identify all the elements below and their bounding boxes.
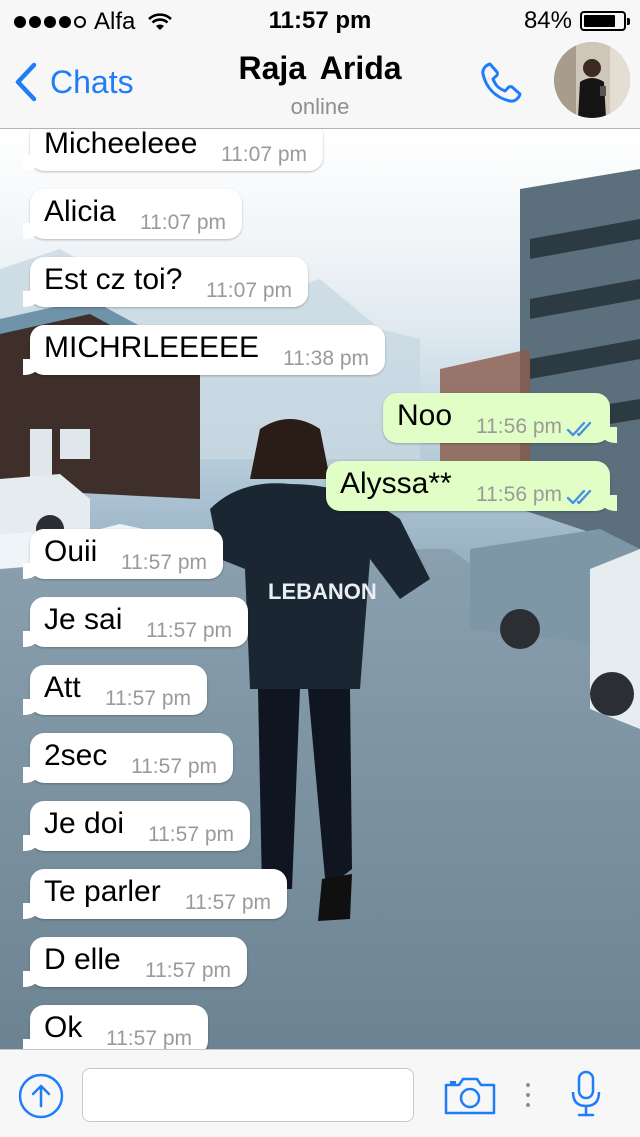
read-receipt-icon [566,421,592,437]
message-timestamp: 11:57 pm [131,755,217,778]
more-dots-icon[interactable] [524,1082,532,1108]
outgoing-message[interactable]: Alyssa** 11:56 pm [326,461,617,511]
message-timestamp: 11:07 pm [140,211,226,234]
message-text: Te parler [44,875,161,908]
message-text: Att [44,671,81,704]
battery-level [584,15,616,27]
phone-call-icon[interactable] [476,58,526,108]
message-timestamp: 11:56 pm [476,483,562,506]
message-text: Ouii [44,535,98,568]
message-text: Noo [397,399,453,432]
message-composer [0,1049,640,1137]
message-text: Alicia [44,195,116,228]
incoming-message[interactable]: Je doi 11:57 pm [23,801,250,851]
contact-status: online [290,94,350,119]
contact-name[interactable]: Raja Arida [0,50,640,87]
message-timestamp: 11:07 pm [206,279,292,302]
contact-avatar[interactable] [554,42,630,118]
message-timestamp: 11:57 pm [145,959,231,982]
message-text: Alyssa** [340,467,452,500]
jacket-text: LEBANON [268,579,377,604]
incoming-message[interactable]: Je sai 11:57 pm [23,597,248,647]
battery-percent: 84% [523,7,572,34]
message-text: Je sai [44,603,123,636]
message-text: Micheeleee [44,129,198,160]
message-timestamp: 11:56 pm [476,415,562,438]
incoming-message[interactable]: Alicia 11:07 pm [23,189,242,239]
outgoing-message[interactable]: Noo 11:56 pm [383,393,617,443]
message-timestamp: 11:57 pm [148,823,234,846]
incoming-message[interactable]: Est cz toi? 11:07 pm [23,257,308,307]
message-timestamp: 11:57 pm [121,551,207,574]
incoming-message[interactable]: Ouii 11:57 pm [23,529,223,579]
message-text: Est cz toi? [44,263,183,296]
message-timestamp: 11:57 pm [105,687,191,710]
message-timestamp: 11:57 pm [185,891,271,914]
incoming-message[interactable]: Att 11:57 pm [23,665,207,715]
message-timestamp: 11:07 pm [221,143,307,166]
battery-icon [580,11,630,31]
message-timestamp: 11:57 pm [146,619,232,642]
battery-info: 84% [523,7,630,35]
message-text: 2sec [44,739,108,772]
share-icon[interactable] [17,1072,65,1120]
incoming-message[interactable]: 2sec 11:57 pm [23,733,233,783]
incoming-message[interactable]: Te parler 11:57 pm [23,869,287,919]
status-bar: Alfa 11:57 pm 84% [0,0,640,40]
incoming-message[interactable]: D elle 11:57 pm [23,937,247,987]
incoming-message[interactable]: MICHRLEEEEE 11:38 pm [23,325,385,375]
chat-area[interactable]: LEBANON Micheeleee 11:07 pm Alicia 11:07 pm… [0,129,640,1049]
message-text: MICHRLEEEEE [44,331,260,364]
incoming-message[interactable]: Ok 11:57 pm [23,1005,208,1049]
message-text: Je doi [44,807,125,840]
camera-icon[interactable] [444,1075,496,1115]
message-timestamp: 11:57 pm [106,1027,192,1049]
microphone-icon[interactable] [570,1070,602,1118]
chat-header: Chats Raja Arida online [0,40,640,129]
read-receipt-icon [566,489,592,505]
message-text: Ok [44,1011,83,1044]
incoming-message[interactable]: Micheeleee 11:07 pm [23,129,323,171]
message-input[interactable] [82,1068,414,1122]
message-timestamp: 11:38 pm [283,347,369,370]
message-text: D elle [44,943,121,976]
